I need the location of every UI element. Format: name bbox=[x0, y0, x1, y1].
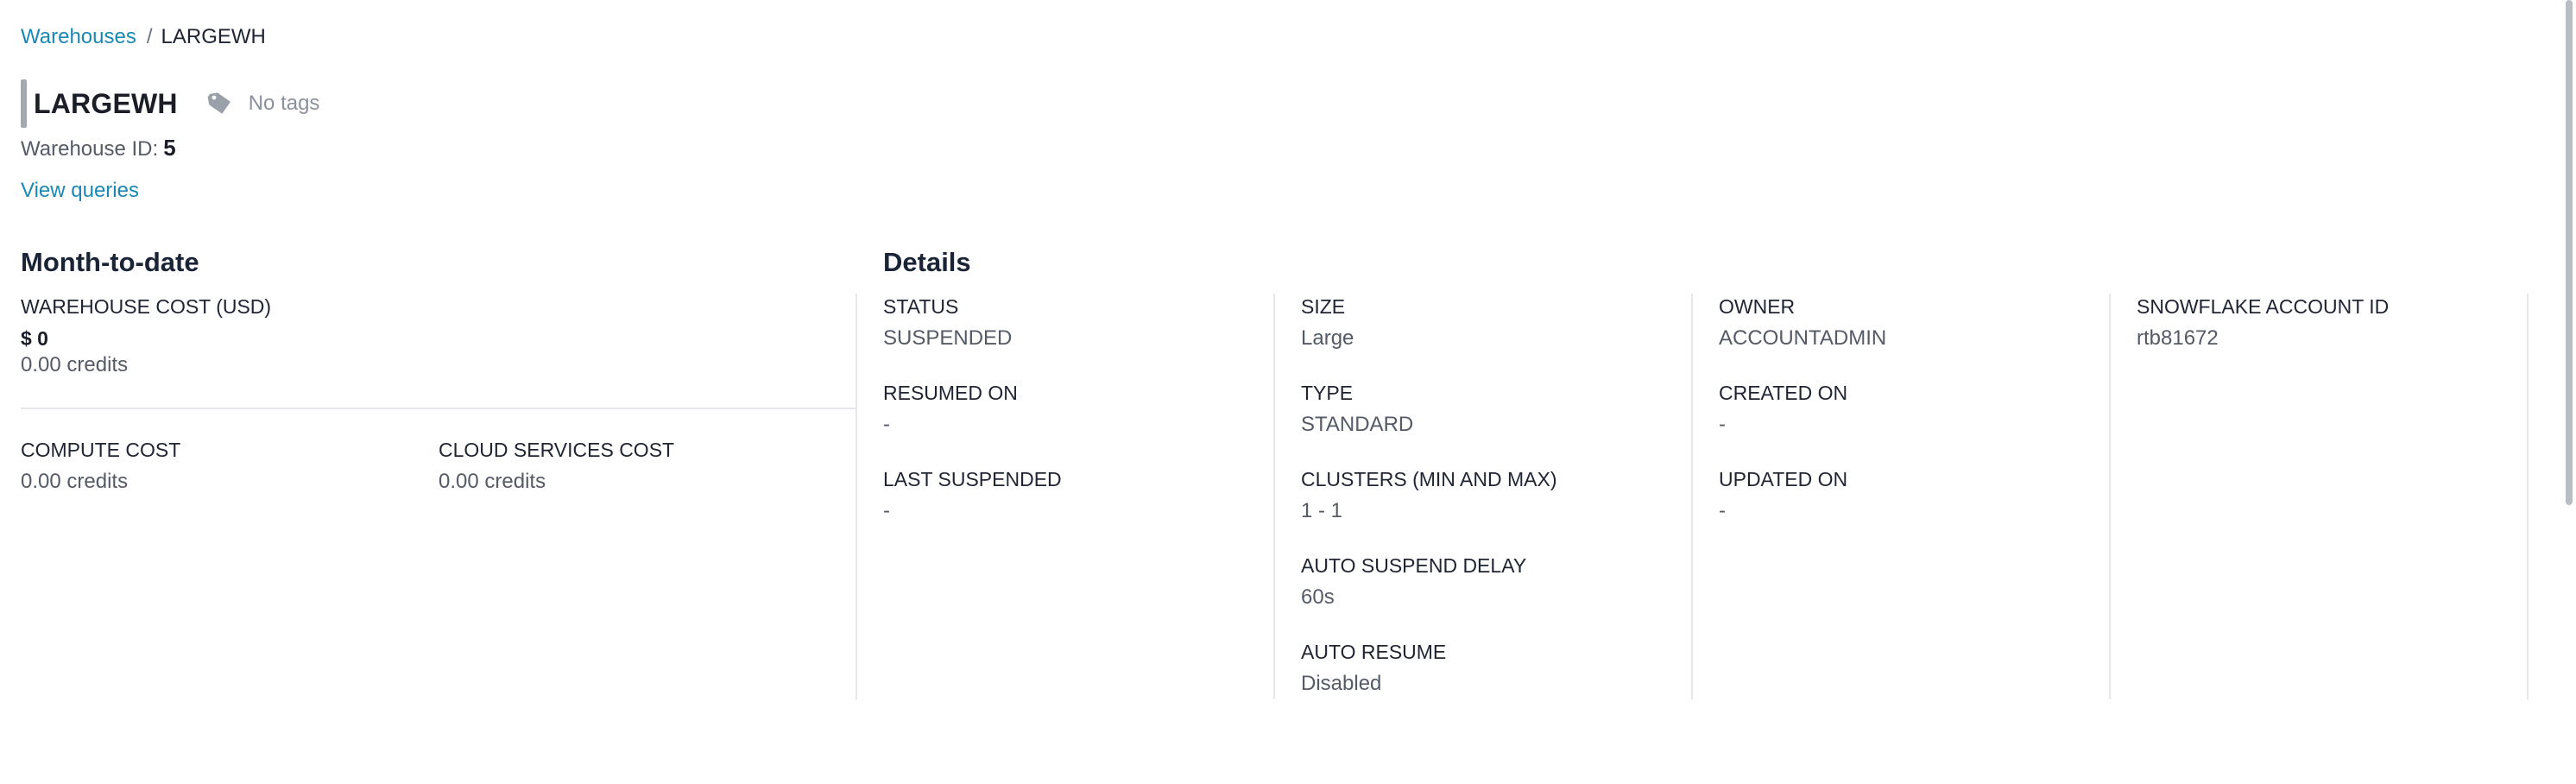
warehouse-cost-label: WAREHOUSE COST (USD) bbox=[21, 295, 272, 318]
view-queries-link[interactable]: View queries bbox=[21, 176, 139, 205]
no-tags-text: No tags bbox=[248, 92, 320, 115]
snowflake-account-id-label: SNOWFLAKE ACCOUNT ID bbox=[2137, 295, 2390, 318]
owner-value: ACCOUNTADMIN bbox=[1719, 326, 1887, 350]
resumed-on-label: RESUMED ON bbox=[883, 382, 1018, 404]
column-divider bbox=[2109, 294, 2111, 699]
auto-suspend-delay-value: 60s bbox=[1301, 585, 1335, 609]
tag-icon[interactable] bbox=[207, 91, 237, 117]
breadcrumb: Warehouses / LARGEWH bbox=[21, 22, 266, 52]
updated-on-value: - bbox=[1719, 499, 1726, 522]
column-divider bbox=[1691, 294, 1693, 699]
clusters-label: CLUSTERS (MIN AND MAX) bbox=[1301, 468, 1557, 490]
warehouse-cost-credits: 0.00 credits bbox=[21, 353, 129, 376]
owner-label: OWNER bbox=[1719, 295, 1796, 318]
column-divider bbox=[856, 294, 857, 699]
last-suspended-value: - bbox=[883, 499, 890, 522]
cloud-services-cost-label: CLOUD SERVICES COST bbox=[439, 439, 675, 461]
created-on-label: CREATED ON bbox=[1719, 382, 1848, 404]
updated-on-label: UPDATED ON bbox=[1719, 468, 1848, 490]
details-title: Details bbox=[883, 247, 971, 277]
warehouse-detail-page: Warehouses / LARGEWH LARGEWH No tags War… bbox=[0, 0, 2576, 784]
title-accent-bar bbox=[21, 79, 27, 128]
resumed-on-value: - bbox=[883, 413, 890, 436]
breadcrumb-current: LARGEWH bbox=[161, 25, 266, 48]
month-to-date-divider bbox=[21, 408, 856, 409]
month-to-date-title: Month-to-date bbox=[21, 247, 199, 277]
size-value: Large bbox=[1301, 326, 1354, 350]
warehouse-id-value: 5 bbox=[163, 135, 176, 161]
warehouse-cost-value: $ 0 bbox=[21, 327, 48, 350]
status-label: STATUS bbox=[883, 295, 959, 318]
clusters-value: 1 - 1 bbox=[1301, 499, 1343, 522]
last-suspended-label: LAST SUSPENDED bbox=[883, 468, 1062, 490]
snowflake-account-id-value: rtb81672 bbox=[2137, 326, 2219, 350]
created-on-value: - bbox=[1719, 413, 1726, 436]
size-label: SIZE bbox=[1301, 295, 1346, 318]
compute-cost-value: 0.00 credits bbox=[21, 470, 129, 493]
column-divider bbox=[1273, 294, 1275, 699]
type-value: STANDARD bbox=[1301, 413, 1414, 436]
auto-resume-label: AUTO RESUME bbox=[1301, 641, 1447, 663]
status-value: SUSPENDED bbox=[883, 326, 1013, 350]
breadcrumb-warehouses-link[interactable]: Warehouses bbox=[21, 25, 136, 49]
cloud-services-cost-value: 0.00 credits bbox=[439, 470, 546, 493]
page-title: LARGEWH bbox=[34, 87, 178, 119]
warehouse-id-label: Warehouse ID: bbox=[21, 137, 159, 161]
title-row: LARGEWH No tags bbox=[21, 79, 319, 128]
auto-resume-value: Disabled bbox=[1301, 672, 1382, 695]
auto-suspend-delay-label: AUTO SUSPEND DELAY bbox=[1301, 554, 1527, 577]
column-divider bbox=[2527, 294, 2529, 699]
vertical-scrollbar[interactable] bbox=[2566, 0, 2573, 505]
type-label: TYPE bbox=[1301, 382, 1354, 404]
breadcrumb-separator: / bbox=[146, 25, 153, 48]
warehouse-id: Warehouse ID: 5 bbox=[21, 135, 176, 164]
compute-cost-label: COMPUTE COST bbox=[21, 439, 181, 461]
